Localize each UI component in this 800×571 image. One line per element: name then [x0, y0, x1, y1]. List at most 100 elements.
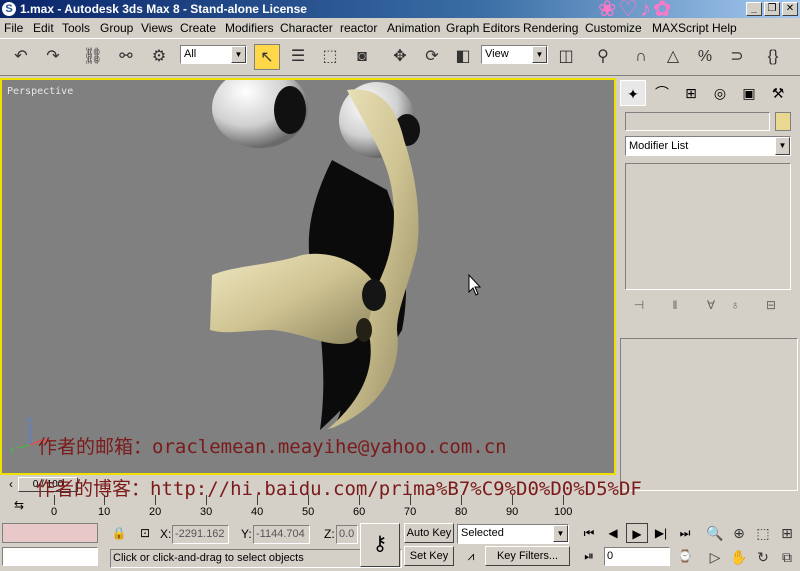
zoom-icon[interactable]: 🔍: [704, 522, 726, 544]
current-frame-field[interactable]: 0: [604, 547, 670, 566]
menu-graph-editors[interactable]: Graph Editors: [446, 21, 520, 35]
maximize-button[interactable]: ❐: [764, 2, 780, 16]
go-to-end-icon[interactable]: ⏭: [674, 523, 696, 543]
3ds-max-icon: S: [2, 2, 16, 16]
modifier-stack[interactable]: [625, 163, 791, 290]
reference-coordinate-dropdown[interactable]: View ▼: [481, 45, 548, 64]
select-object-icon[interactable]: ↖: [254, 44, 280, 70]
set-key-icon[interactable]: ⚷: [360, 523, 400, 567]
field-of-view-icon[interactable]: ▷: [704, 546, 726, 568]
tick-label: 30: [200, 506, 213, 518]
menu-customize[interactable]: Customize: [585, 21, 642, 35]
svg-text:z: z: [27, 415, 31, 424]
key-mode-toggle-icon[interactable]: ⏯: [578, 546, 600, 566]
spinner-snap-icon[interactable]: ⊃: [724, 44, 750, 70]
key-filters-button[interactable]: Key Filters...: [485, 546, 570, 566]
tick-label: 60: [353, 506, 366, 518]
undo-icon[interactable]: ↶: [8, 44, 34, 70]
z-label: Z:: [324, 527, 335, 541]
select-by-name-icon[interactable]: ☰: [285, 44, 311, 70]
menu-character[interactable]: Character: [280, 21, 333, 35]
perspective-viewport[interactable]: Perspective z y x 作者的邮箱：oraclemean.meayi…: [0, 78, 616, 475]
create-tab-icon[interactable]: ✦: [620, 80, 646, 106]
minimize-button[interactable]: _: [746, 2, 762, 16]
tick-label: 10: [98, 506, 111, 518]
x-coordinate-field[interactable]: -2291.162: [172, 525, 229, 544]
play-icon[interactable]: ▶: [626, 523, 648, 543]
remove-modifier-icon[interactable]: ♁: [724, 294, 746, 316]
y-coordinate-field[interactable]: -1144.704: [253, 525, 310, 544]
display-tab-icon[interactable]: ▣: [736, 80, 762, 106]
zoom-all-icon[interactable]: ⊕: [728, 522, 750, 544]
use-pivot-center-icon[interactable]: ◫: [553, 44, 579, 70]
select-and-link-icon[interactable]: ⛓: [80, 44, 106, 70]
configure-modifier-sets-icon[interactable]: ⊟: [760, 294, 782, 316]
pin-stack-icon[interactable]: ⊣: [628, 294, 650, 316]
menu-tools[interactable]: Tools: [62, 21, 90, 35]
menu-animation[interactable]: Animation: [387, 21, 440, 35]
percent-snap-icon[interactable]: %: [692, 44, 718, 70]
window-crossing-icon[interactable]: ◙: [349, 44, 375, 70]
menu-help[interactable]: Help: [712, 21, 737, 35]
unlink-selection-icon[interactable]: ⚯: [113, 44, 139, 70]
select-and-manipulate-icon[interactable]: ⚲: [590, 44, 616, 70]
selection-filter-dropdown[interactable]: All ▼: [180, 45, 247, 64]
menu-modifiers[interactable]: Modifiers: [225, 21, 274, 35]
auto-key-button[interactable]: Auto Key: [404, 523, 454, 543]
arc-rotate-icon[interactable]: ↻: [752, 546, 774, 568]
redo-icon[interactable]: ↷: [40, 44, 66, 70]
menu-maxscript[interactable]: MAXScript: [652, 21, 709, 35]
x-label: X:: [160, 527, 172, 541]
key-mode-dropdown[interactable]: Selected ▼: [457, 524, 569, 544]
set-key-button[interactable]: Set Key: [404, 546, 454, 566]
rectangular-selection-icon[interactable]: ⬚: [317, 44, 343, 70]
edit-named-selection-icon[interactable]: {}: [760, 44, 786, 70]
previous-frame-icon[interactable]: ◀: [602, 523, 624, 543]
object-color-swatch[interactable]: [775, 112, 791, 131]
pan-view-icon[interactable]: ✋: [728, 546, 750, 568]
cheek-shadow: [356, 318, 372, 342]
mini-curve-editor-icon[interactable]: ⇆: [8, 495, 30, 515]
zoom-extents-all-icon[interactable]: ⊞: [776, 522, 798, 544]
bind-to-space-warp-icon[interactable]: ⚙: [146, 44, 172, 70]
main-toolbar: ↶ ↷ ⛓ ⚯ ⚙ All ▼ ↖ ☰ ⬚ ◙ ✥ ⟳ ◧ View ▼ ◫ ⚲…: [0, 38, 800, 76]
snaps-toggle-icon[interactable]: ∩: [628, 44, 654, 70]
menu-group[interactable]: Group: [100, 21, 133, 35]
modifier-list-dropdown[interactable]: Modifier List ▼: [625, 136, 791, 156]
hierarchy-tab-icon[interactable]: ⊞: [678, 80, 704, 106]
go-to-start-icon[interactable]: ⏮: [578, 523, 600, 543]
menu-views[interactable]: Views: [141, 21, 173, 35]
menu-edit[interactable]: Edit: [33, 21, 54, 35]
tick-label: 0: [51, 506, 58, 518]
z-coordinate-field[interactable]: 0.0: [336, 525, 358, 544]
zoom-extents-icon[interactable]: ⬚: [752, 522, 774, 544]
menu-bar: File Edit Tools Group Views Create Modif…: [0, 18, 800, 38]
menu-file[interactable]: File: [4, 21, 23, 35]
angle-snap-icon[interactable]: △: [660, 44, 686, 70]
maxscript-listener-mini[interactable]: [2, 523, 98, 543]
close-button[interactable]: ✕: [782, 2, 798, 16]
select-and-scale-icon[interactable]: ◧: [450, 44, 476, 70]
modify-tab-icon[interactable]: ⌒: [649, 80, 675, 106]
time-configuration-icon[interactable]: ⌚: [674, 546, 696, 566]
menu-create[interactable]: Create: [180, 21, 216, 35]
utilities-tab-icon[interactable]: ⚒: [765, 80, 791, 106]
reference-coordinate-value: View: [485, 48, 509, 60]
next-frame-icon[interactable]: ▶|: [650, 523, 672, 543]
menu-rendering[interactable]: Rendering: [523, 21, 578, 35]
make-unique-icon[interactable]: ∀: [700, 294, 722, 316]
select-and-rotate-icon[interactable]: ⟳: [419, 44, 445, 70]
lock-selection-icon[interactable]: 🔒: [108, 523, 130, 543]
absolute-mode-icon[interactable]: ⊡: [134, 523, 156, 543]
default-in-out-tangent-icon[interactable]: ⩘: [460, 546, 482, 566]
rollout-area: [620, 338, 798, 491]
menu-reactor[interactable]: reactor: [340, 21, 377, 35]
maxscript-input[interactable]: [2, 547, 98, 566]
min-max-toggle-icon[interactable]: ⧉: [776, 546, 798, 568]
select-and-move-icon[interactable]: ✥: [387, 44, 413, 70]
object-name-field[interactable]: [625, 112, 770, 131]
motion-tab-icon[interactable]: ◎: [707, 80, 733, 106]
tick-label: 80: [455, 506, 468, 518]
show-end-result-icon[interactable]: ‖: [664, 294, 686, 316]
cloth-band: [210, 253, 373, 345]
